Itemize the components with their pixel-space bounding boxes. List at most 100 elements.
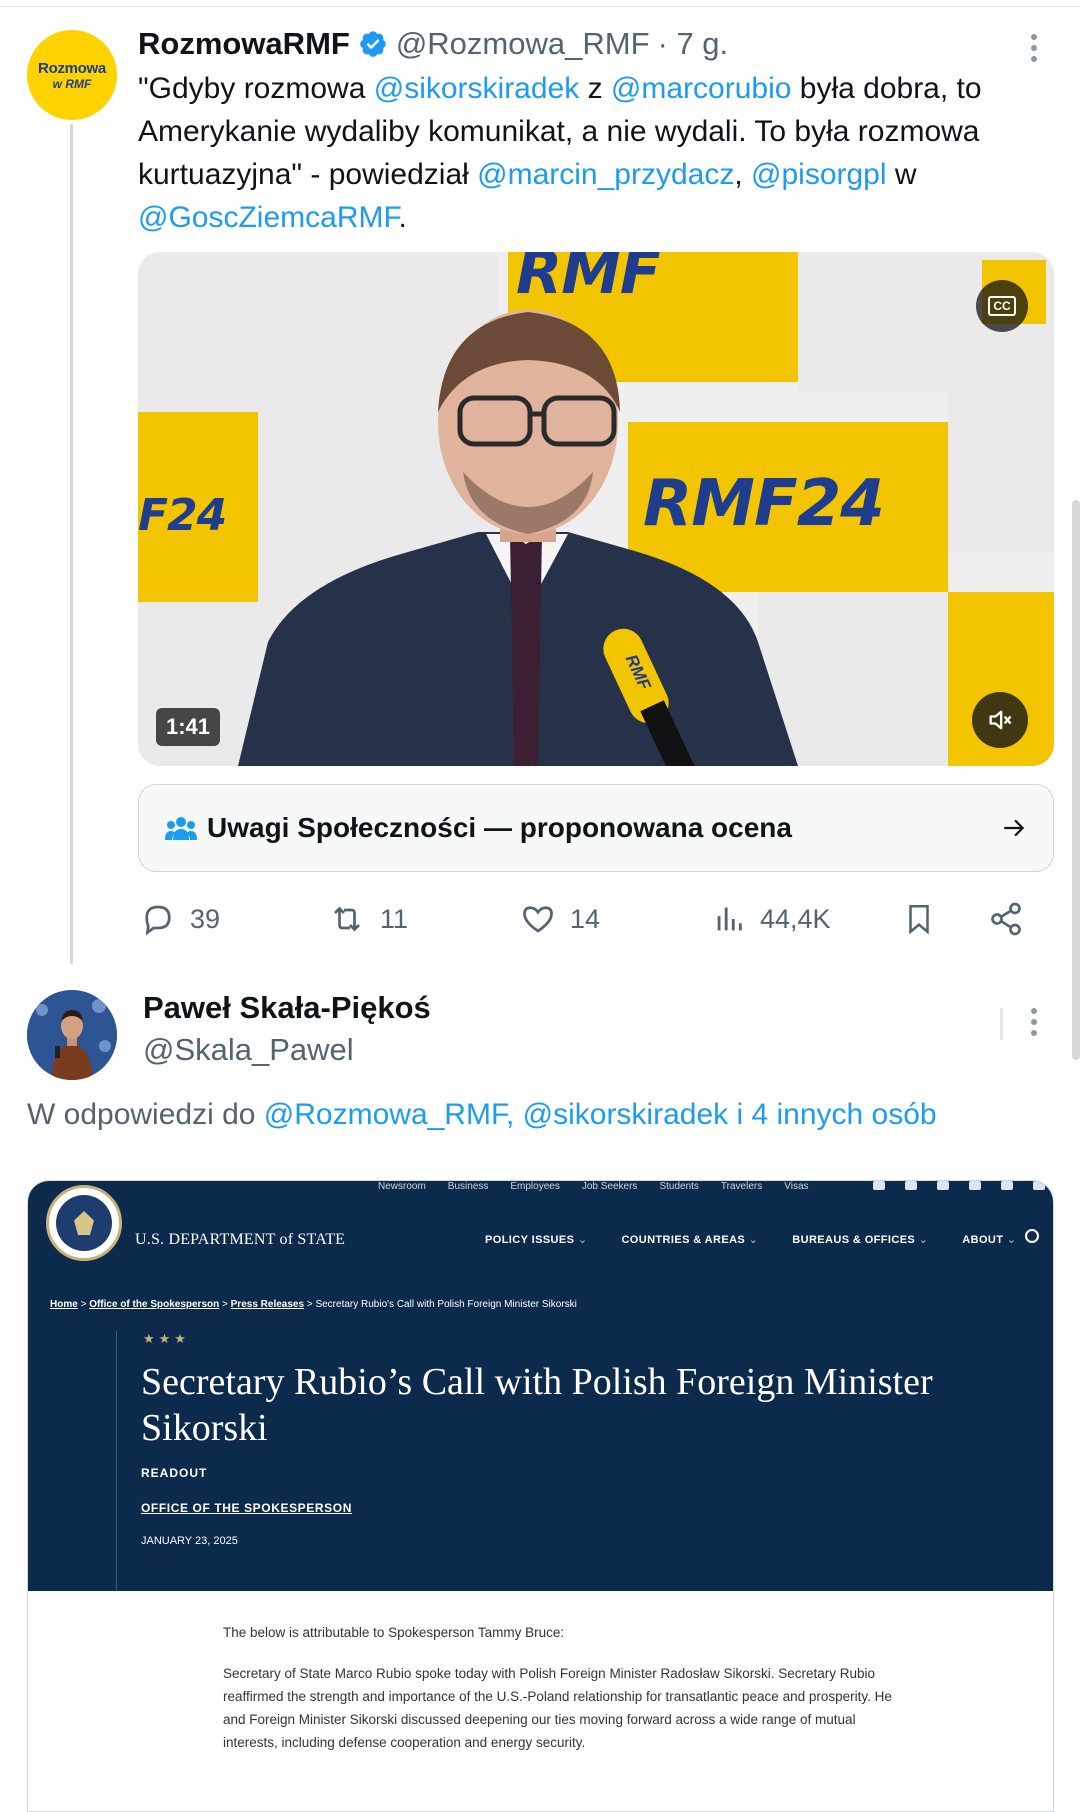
reply-context: W odpowiedzi do @Rozmowa_RMF, @sikorskir…	[27, 1098, 937, 1132]
crumb: Secretary Rubio's Call with Polish Forei…	[315, 1299, 577, 1310]
author-name[interactable]: Paweł Skała-Piękoś	[143, 990, 431, 1026]
top-divider	[0, 6, 1080, 7]
author-handle[interactable]: @Rozmowa_RMF	[396, 26, 650, 62]
avatar-photo	[27, 990, 117, 1080]
tweet-header: RozmowaRMF @Rozmowa_RMF · 7 g.	[138, 24, 728, 64]
mute-button[interactable]	[972, 692, 1028, 748]
menu-item: ABOUT	[962, 1233, 1016, 1246]
menu-item: COUNTRIES & AREAS	[621, 1233, 758, 1246]
divider	[1000, 1008, 1003, 1040]
verified-icon	[360, 31, 386, 57]
speaker-figure	[238, 310, 798, 766]
like-count: 14	[570, 903, 601, 934]
reply-button[interactable]: 39	[140, 895, 220, 943]
util-link: Visas	[784, 1181, 809, 1192]
article-date: JANUARY 23, 2025	[141, 1535, 238, 1547]
accent-line	[116, 1331, 117, 1591]
tweet-text-part: z	[579, 72, 611, 105]
util-link: Job Seekers	[581, 1181, 638, 1192]
studio-wall	[798, 252, 948, 392]
avatar-subtext: w RMF	[52, 76, 92, 91]
reply-prefix: W odpowiedzi do	[27, 1098, 264, 1131]
email-icon	[1033, 1181, 1045, 1190]
org-name: U.S. DEPARTMENT of STATE	[135, 1231, 346, 1248]
util-link: Employees	[510, 1181, 560, 1192]
video-duration: 1:41	[156, 708, 221, 746]
video-player[interactable]: RMF RMF24 F24 RMF CC 1:41	[138, 252, 1054, 766]
x-icon	[905, 1181, 917, 1190]
mention-link[interactable]: @marcin_przydacz	[477, 158, 734, 191]
mention-link[interactable]: @sikorskiradek	[374, 72, 580, 105]
community-notes-button[interactable]: Uwagi Społeczności — proponowana ocena	[138, 784, 1054, 872]
cc-icon: CC	[988, 296, 1016, 316]
state-dept-seal	[46, 1185, 122, 1261]
tweet-actions: 39 11 14 44,4K	[138, 895, 1054, 943]
views-button[interactable]: 44,4K	[712, 895, 831, 943]
like-button[interactable]: 14	[520, 895, 600, 943]
mention-link[interactable]: @pisorgpl	[751, 158, 887, 191]
article-type: READOUT	[141, 1466, 208, 1480]
reply-icon	[145, 905, 171, 936]
community-notes-label: Uwagi Społeczności — proponowana ocena	[207, 812, 792, 843]
bookmark-icon	[909, 904, 929, 935]
crumb: Home	[50, 1299, 78, 1310]
more-options-icon[interactable]	[1030, 1008, 1038, 1036]
facebook-icon	[873, 1181, 885, 1190]
more-options-icon[interactable]	[1030, 34, 1038, 62]
article-office: OFFICE OF THE SPOKESPERSON	[141, 1501, 352, 1515]
util-link: Business	[447, 1181, 489, 1192]
menu-item: BUREAUS & OFFICES	[792, 1233, 928, 1246]
repost-count: 11	[380, 903, 409, 934]
tweet-text-part: w	[886, 158, 917, 191]
timestamp[interactable]: · 7 g.	[658, 26, 729, 62]
util-link: Travelers	[720, 1181, 763, 1192]
social-icons	[873, 1181, 1045, 1190]
stars-icon: ★★★	[143, 1331, 190, 1346]
heart-icon	[523, 906, 553, 933]
author-name[interactable]: RozmowaRMF	[138, 26, 350, 62]
youtube-icon	[969, 1181, 981, 1190]
avatar-text: Rozmowa	[38, 59, 106, 77]
article-body: The below is attributable to Spokesperso…	[223, 1621, 903, 1772]
share-button[interactable]	[988, 895, 1024, 943]
repost-button[interactable]: 11	[328, 895, 408, 943]
repost-icon	[334, 906, 360, 932]
views-count: 44,4K	[760, 903, 831, 934]
mention-link[interactable]: @GoscZiemcaRMF	[138, 201, 398, 234]
utility-links: Newsroom Business Employees Job Seekers …	[378, 1181, 809, 1192]
views-icon	[717, 907, 742, 931]
state-dept-header: Newsroom Business Employees Job Seekers …	[28, 1181, 1053, 1591]
avatar[interactable]	[27, 990, 117, 1080]
tweet-text: "Gdyby rozmowa @sikorskiradek z @marcoru…	[138, 67, 1058, 239]
article-paragraph: Secretary of State Marco Rubio spoke tod…	[223, 1666, 892, 1750]
community-icon	[165, 817, 197, 840]
bookmark-button[interactable]	[902, 895, 936, 943]
article-paragraph: The below is attributable to Spokesperso…	[223, 1625, 565, 1640]
main-menu: POLICY ISSUES COUNTRIES & AREAS BUREAUS …	[485, 1233, 1016, 1246]
tweet-text-part: .	[398, 201, 407, 234]
util-link: Newsroom	[378, 1181, 426, 1192]
thread-line	[70, 124, 73, 964]
tweet-text-part: "Gdyby rozmowa	[138, 72, 374, 105]
scrollbar[interactable]	[1072, 500, 1080, 1060]
tweet-text-part: ,	[734, 158, 752, 191]
util-link: Students	[659, 1181, 699, 1192]
captions-button[interactable]: CC	[976, 280, 1028, 332]
rmf24-logo-partial: F24	[138, 490, 227, 541]
share-icon	[991, 902, 1021, 936]
mention-link[interactable]: @marcorubio	[611, 72, 792, 105]
instagram-icon	[937, 1181, 949, 1190]
article-title: Secretary Rubio’s Call with Polish Forei…	[141, 1361, 933, 1449]
breadcrumb: Home > Office of the Spokesperson > Pres…	[50, 1299, 577, 1310]
attached-image[interactable]: Newsroom Business Employees Job Seekers …	[27, 1180, 1054, 1812]
speaker-muted-icon	[989, 710, 1012, 730]
crumb: Press Releases	[230, 1299, 305, 1310]
flickr-icon	[1001, 1181, 1013, 1190]
menu-item: POLICY ISSUES	[485, 1233, 587, 1246]
author-handle[interactable]: @Skala_Pawel	[143, 1032, 354, 1068]
microphone-label: RMF	[621, 651, 655, 693]
crumb: Office of the Spokesperson	[89, 1299, 220, 1310]
avatar[interactable]: Rozmowa w RMF	[27, 30, 117, 120]
search-icon	[1025, 1229, 1039, 1243]
reply-targets-link[interactable]: @Rozmowa_RMF, @sikorskiradek i 4 innych …	[264, 1098, 937, 1131]
